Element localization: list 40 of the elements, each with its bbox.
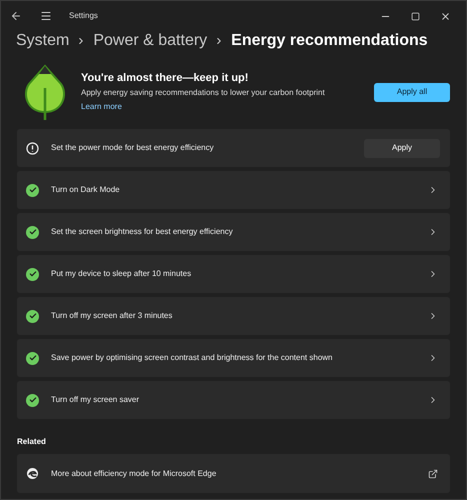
menu-button[interactable] bbox=[39, 9, 53, 23]
maximize-icon[interactable] bbox=[410, 12, 420, 20]
breadcrumb-item: Energy recommendations bbox=[231, 31, 428, 51]
recommendation-row[interactable]: Put my device to sleep after 10 minutes bbox=[17, 255, 450, 293]
external-link-icon bbox=[428, 468, 438, 478]
check-icon bbox=[26, 226, 39, 238]
close-icon[interactable] bbox=[440, 10, 450, 22]
recommendation-row[interactable]: Set the screen brightness for best energy efficiency bbox=[17, 213, 450, 251]
apply-button[interactable]: Apply bbox=[364, 138, 440, 158]
back-button[interactable] bbox=[9, 9, 23, 23]
check-icon bbox=[26, 352, 39, 364]
recommendation-label: Put my device to sleep after 10 minutes bbox=[51, 268, 192, 280]
leaf-icon bbox=[23, 64, 67, 120]
apply-all-button[interactable]: Apply all bbox=[374, 82, 450, 102]
breadcrumb-item[interactable]: Power & battery bbox=[93, 31, 208, 51]
check-icon bbox=[26, 310, 39, 322]
related-link-label: More about efficiency mode for Microsoft Edge bbox=[51, 468, 216, 480]
recommendation-row[interactable]: Turn off my screen saver bbox=[17, 381, 450, 419]
related-link-row[interactable]: More about efficiency mode for Microsoft Edge bbox=[17, 454, 450, 493]
hero-description: Apply energy saving recommendations to lower your carbon footprint bbox=[81, 87, 325, 99]
recommendation-row[interactable]: Turn off my screen after 3 minutes bbox=[17, 297, 450, 335]
check-icon bbox=[26, 268, 39, 280]
recommendation-row[interactable]: Turn on Dark Mode bbox=[17, 171, 450, 209]
recommendation-row[interactable]: Set the power mode for best energy efficiency Apply bbox=[17, 129, 450, 167]
hero-heading: You're almost there—keep it up! bbox=[81, 71, 250, 86]
learn-more-link[interactable]: Learn more bbox=[81, 100, 325, 114]
recommendation-label: Set the screen brightness for best energy efficiency bbox=[51, 226, 233, 238]
recommendation-label: Turn off my screen after 3 minutes bbox=[51, 310, 172, 322]
browser-icon bbox=[26, 467, 39, 480]
recommendation-label: Save power by optimising screen contrast and brightness for the content shown bbox=[51, 352, 332, 364]
check-icon bbox=[26, 394, 39, 406]
recommendation-label: Turn on Dark Mode bbox=[51, 184, 120, 196]
section-heading: Related bbox=[17, 436, 47, 448]
recommendation-label: Turn off my screen saver bbox=[51, 394, 140, 406]
recommendation-label: Set the power mode for best energy efficiency bbox=[51, 142, 214, 154]
breadcrumb-item[interactable]: System bbox=[16, 31, 70, 51]
check-icon bbox=[26, 184, 39, 196]
info-icon bbox=[26, 142, 39, 154]
recommendation-row[interactable]: Save power by optimising screen contrast and brightness for the content shown bbox=[17, 339, 450, 377]
window-title: Settings bbox=[69, 10, 98, 22]
